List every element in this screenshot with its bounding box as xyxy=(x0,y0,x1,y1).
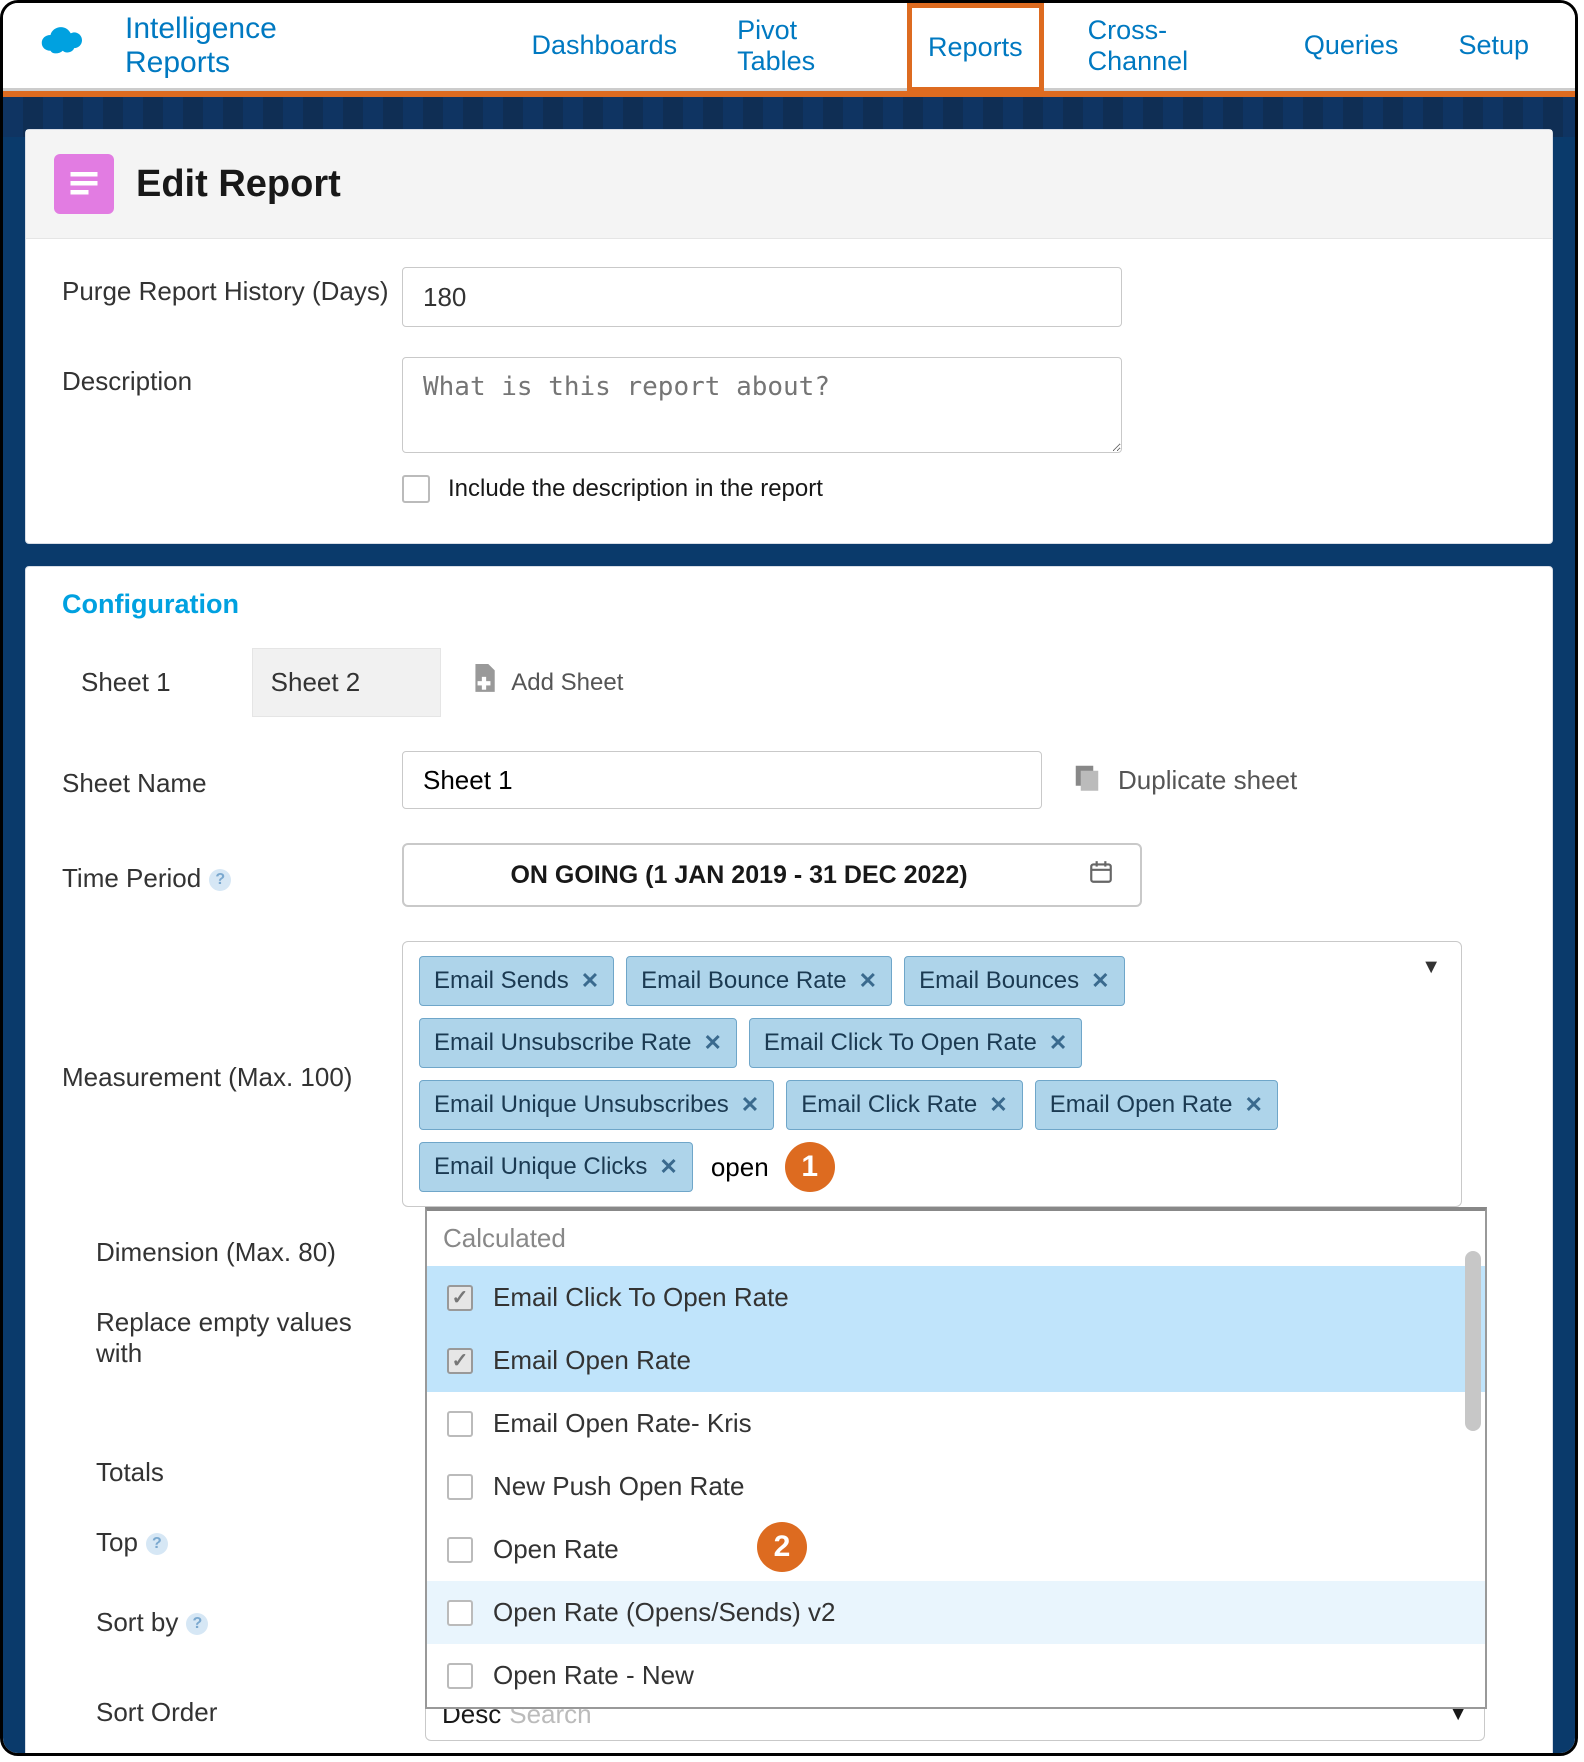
callout-1: 1 xyxy=(785,1142,835,1192)
chevron-down-icon[interactable]: ▼ xyxy=(1421,956,1441,979)
chip-remove-icon[interactable]: ✕ xyxy=(859,968,877,994)
sheet-name-input[interactable] xyxy=(402,751,1042,809)
sortby-label: Sort by? xyxy=(96,1607,208,1638)
dimension-label: Dimension (Max. 80) xyxy=(96,1237,336,1268)
chip-email-open-rate[interactable]: Email Open Rate✕ xyxy=(1035,1080,1278,1130)
replace-empty-label: Replace empty valueswith xyxy=(96,1307,352,1369)
dd-item-new-push-open-rate[interactable]: New Push Open Rate xyxy=(427,1455,1485,1518)
checkbox-icon[interactable] xyxy=(447,1663,473,1689)
nav-setup[interactable]: Setup xyxy=(1442,6,1545,85)
dd-item-open-rate-v2[interactable]: Open Rate (Opens/Sends) v2 xyxy=(427,1581,1485,1644)
help-icon[interactable]: ? xyxy=(146,1533,168,1555)
include-description-label: Include the description in the report xyxy=(448,475,823,503)
nav-queries[interactable]: Queries xyxy=(1288,6,1415,85)
checkbox-icon[interactable] xyxy=(447,1411,473,1437)
main-nav: Dashboards Pivot Tables Reports Cross-Ch… xyxy=(516,0,1545,101)
add-sheet-button[interactable]: Add Sheet xyxy=(471,664,623,701)
dd-item-open-rate-new[interactable]: Open Rate - New xyxy=(427,1644,1485,1707)
duplicate-icon xyxy=(1072,762,1102,799)
checkbox-checked-icon[interactable] xyxy=(447,1348,473,1374)
chip-email-unique-unsubs[interactable]: Email Unique Unsubscribes✕ xyxy=(419,1080,774,1130)
configuration-panel: Configuration Sheet 1 Sheet 2 Add Sheet … xyxy=(25,566,1553,1756)
callout-2: 2 xyxy=(757,1522,807,1572)
time-period-value: ON GOING (1 JAN 2019 - 31 DEC 2022) xyxy=(430,861,1048,890)
dd-item-email-open-rate[interactable]: Email Open Rate xyxy=(427,1329,1485,1392)
totals-label: Totals xyxy=(96,1457,164,1488)
chip-email-sends[interactable]: Email Sends✕ xyxy=(419,956,614,1006)
checkbox-icon[interactable] xyxy=(447,1537,473,1563)
nav-dashboards[interactable]: Dashboards xyxy=(516,6,694,85)
sheet-tab-1[interactable]: Sheet 1 xyxy=(62,648,252,717)
dd-item-open-rate[interactable]: Open Rate 2 xyxy=(427,1518,1485,1581)
brand-title: Intelligence Reports xyxy=(125,12,380,80)
chip-remove-icon[interactable]: ✕ xyxy=(1091,968,1109,994)
chip-email-bounce-rate[interactable]: Email Bounce Rate✕ xyxy=(626,956,892,1006)
measurement-label: Measurement (Max. 100) xyxy=(62,1053,392,1095)
chip-remove-icon[interactable]: ✕ xyxy=(581,968,599,994)
measurement-dropdown[interactable]: Calculated Email Click To Open Rate Emai… xyxy=(425,1207,1487,1709)
include-description-checkbox[interactable] xyxy=(402,475,430,503)
nav-cross-channel[interactable]: Cross-Channel xyxy=(1072,0,1260,101)
top-navbar: Intelligence Reports Dashboards Pivot Ta… xyxy=(3,3,1575,91)
chip-remove-icon[interactable]: ✕ xyxy=(1049,1030,1067,1056)
dd-item-email-cto[interactable]: Email Click To Open Rate xyxy=(427,1266,1485,1329)
help-icon[interactable]: ? xyxy=(186,1613,208,1635)
sortorder-label: Sort Order xyxy=(96,1697,217,1728)
purge-input[interactable] xyxy=(402,267,1122,327)
time-period-label: Time Period? xyxy=(62,854,392,896)
chip-email-bounces[interactable]: Email Bounces✕ xyxy=(904,956,1125,1006)
chip-email-unsub-rate[interactable]: Email Unsubscribe Rate✕ xyxy=(419,1018,737,1068)
chip-remove-icon[interactable]: ✕ xyxy=(659,1154,677,1180)
measurement-search-text[interactable]: open xyxy=(711,1152,769,1183)
duplicate-sheet-button[interactable]: Duplicate sheet xyxy=(1072,762,1297,799)
configuration-title: Configuration xyxy=(26,567,1552,648)
chip-remove-icon[interactable]: ✕ xyxy=(1244,1092,1262,1118)
chip-remove-icon[interactable]: ✕ xyxy=(989,1092,1007,1118)
nav-reports[interactable]: Reports xyxy=(907,3,1044,92)
dropdown-group-header: Calculated xyxy=(427,1211,1485,1266)
edit-report-panel: Edit Report Purge Report History (Days) … xyxy=(25,129,1553,544)
chip-email-unique-clicks[interactable]: Email Unique Clicks✕ xyxy=(419,1142,693,1192)
sheet-name-label: Sheet Name xyxy=(62,759,392,801)
checkbox-icon[interactable] xyxy=(447,1600,473,1626)
salesforce-cloud-icon xyxy=(33,22,89,69)
top-label: Top? xyxy=(96,1527,168,1558)
scrollbar-thumb[interactable] xyxy=(1465,1251,1481,1431)
time-period-button[interactable]: ON GOING (1 JAN 2019 - 31 DEC 2022) xyxy=(402,843,1142,907)
description-label: Description xyxy=(62,357,392,399)
chip-email-click-rate[interactable]: Email Click Rate✕ xyxy=(786,1080,1022,1130)
duplicate-sheet-label: Duplicate sheet xyxy=(1118,765,1297,796)
calendar-icon xyxy=(1088,859,1114,892)
checkbox-checked-icon[interactable] xyxy=(447,1285,473,1311)
description-textarea[interactable] xyxy=(402,357,1122,453)
purge-label: Purge Report History (Days) xyxy=(62,267,392,309)
add-sheet-icon xyxy=(471,664,497,701)
chip-remove-icon[interactable]: ✕ xyxy=(703,1030,721,1056)
sheet-tab-2[interactable]: Sheet 2 xyxy=(252,648,442,717)
chip-email-cto-rate[interactable]: Email Click To Open Rate✕ xyxy=(749,1018,1082,1068)
nav-pivot-tables[interactable]: Pivot Tables xyxy=(721,0,879,101)
chip-remove-icon[interactable]: ✕ xyxy=(741,1092,759,1118)
report-icon xyxy=(54,154,114,214)
dd-item-email-open-rate-kris[interactable]: Email Open Rate- Kris xyxy=(427,1392,1485,1455)
measurement-multiselect[interactable]: ▼ Email Sends✕ Email Bounce Rate✕ Email … xyxy=(402,941,1462,1207)
add-sheet-label: Add Sheet xyxy=(511,669,623,697)
checkbox-icon[interactable] xyxy=(447,1474,473,1500)
panel-title: Edit Report xyxy=(136,163,341,206)
help-icon[interactable]: ? xyxy=(209,869,231,891)
